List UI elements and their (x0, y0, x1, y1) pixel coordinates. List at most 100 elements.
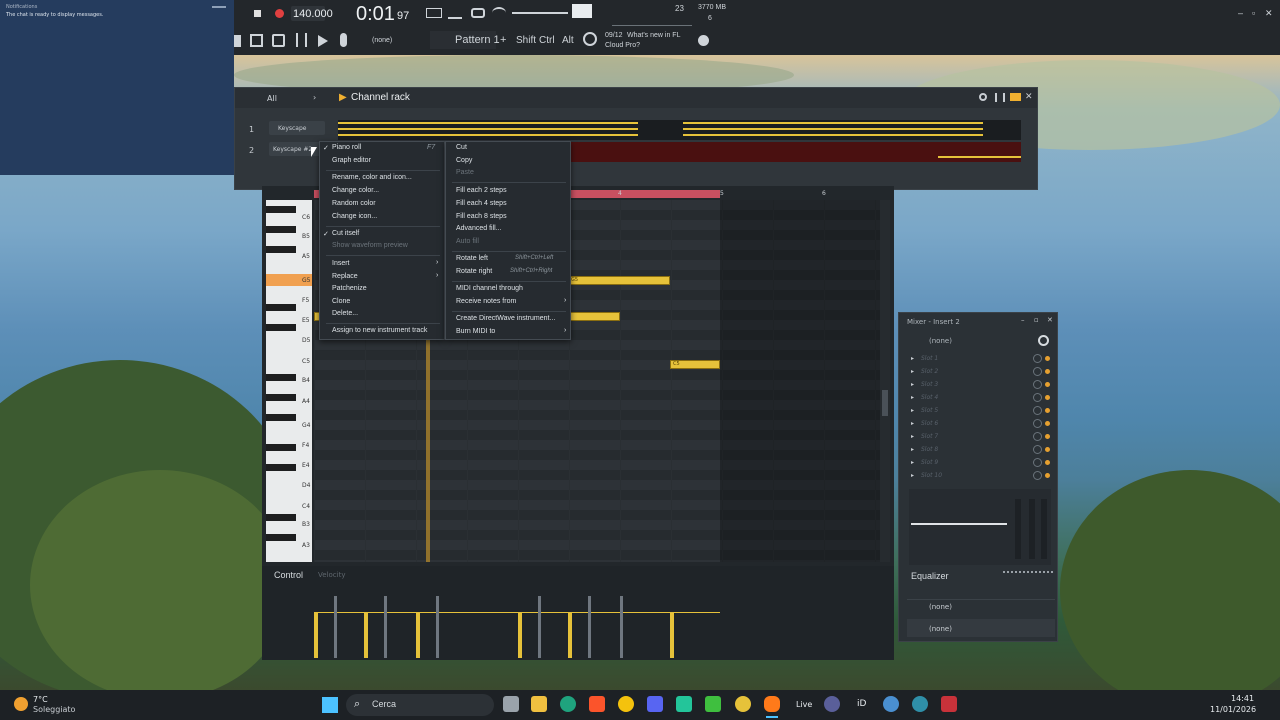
menu-item-advanced-fill[interactable]: Advanced fill... (446, 224, 570, 236)
menu-item-receive-notes[interactable]: Receive notes from › (446, 297, 570, 309)
filter-arrow-icon[interactable]: › (313, 93, 316, 102)
rack-tool-bars-icon[interactable] (995, 93, 1005, 102)
equalizer-knobs[interactable] (1003, 571, 1053, 593)
piano-roll-icon[interactable] (250, 34, 263, 47)
control-target-label[interactable]: Velocity (318, 571, 345, 579)
search-box[interactable] (346, 694, 494, 716)
menu-item-burn-midi[interactable]: Burn MIDI to › (446, 327, 570, 339)
control-label[interactable]: Control (274, 570, 303, 580)
news-title-line2[interactable]: Cloud Pro? (605, 42, 640, 49)
news-icon[interactable] (583, 32, 597, 46)
equalizer-label[interactable]: Equalizer (911, 571, 949, 581)
menu-item-replace[interactable]: Replace › (320, 272, 444, 284)
mixer-slot-7[interactable]: ▸ Slot 7 (911, 431, 1051, 443)
note-g5[interactable]: G5 (568, 276, 670, 285)
online-globe-icon[interactable] (698, 35, 709, 46)
maximize-icon[interactable]: ▫ (1252, 8, 1255, 18)
stop-button[interactable] (254, 10, 261, 17)
menu-item-cut[interactable]: Cut (446, 143, 570, 155)
microphone-icon[interactable] (340, 33, 347, 47)
loop-icon[interactable] (471, 8, 485, 18)
menu-item-fill-2[interactable]: Fill each 2 steps (446, 186, 570, 198)
menu-item-graph-editor[interactable]: Graph editor (320, 156, 444, 168)
fl-studio-icon[interactable] (764, 696, 780, 712)
brave-icon[interactable] (589, 696, 605, 712)
menu-item-clone[interactable]: Clone (320, 297, 444, 309)
ableton-live-icon[interactable]: Live (796, 700, 812, 709)
master-volume-slider[interactable] (512, 12, 568, 14)
app-id-icon[interactable]: iD (857, 699, 866, 709)
minimize-icon[interactable]: – (1238, 8, 1243, 18)
menu-item-patchenize[interactable]: Patchenize (320, 284, 444, 296)
snap-icon[interactable] (426, 8, 442, 18)
menu-item-rotate-right[interactable]: Rotate right Shift+Ctrl+Right (446, 267, 570, 279)
toolbar-none-label[interactable]: (none) (372, 37, 392, 44)
menu-item-piano-roll[interactable]: ✓ Piano roll F7 (320, 143, 444, 155)
clock-date[interactable]: 11/01/2026 (1210, 705, 1256, 714)
menu-item-fill-8[interactable]: Fill each 8 steps (446, 212, 570, 224)
menu-item-delete[interactable]: Delete... (320, 309, 444, 321)
channel-rack-icon[interactable] (272, 34, 285, 47)
channel-rack-close-icon[interactable]: ✕ (1025, 92, 1033, 102)
metronome-icon[interactable] (448, 7, 462, 19)
weather-icon[interactable] (14, 697, 28, 711)
mixer-input[interactable]: (none) (929, 337, 952, 345)
mixer-close-icon[interactable]: ✕ (1047, 316, 1053, 324)
weather-temperature[interactable]: 7°C (33, 695, 48, 704)
play-arrow-icon[interactable] (318, 35, 328, 47)
alt-button[interactable]: Alt (562, 35, 574, 46)
menu-item-random-color[interactable]: Random color (320, 199, 444, 211)
news-title-line1[interactable]: What's new in FL (627, 32, 680, 39)
menu-item-change-color[interactable]: Change color... (320, 186, 444, 198)
blend-icon[interactable] (492, 7, 506, 19)
close-icon[interactable]: ✕ (1265, 8, 1273, 19)
app-headset-icon[interactable] (912, 696, 928, 712)
mixer-slot-10[interactable]: ▸ Slot 10 (911, 470, 1051, 482)
file-explorer-icon[interactable] (531, 696, 547, 712)
menu-item-insert[interactable]: Insert › (320, 259, 444, 271)
mixer-minimize-icon[interactable]: – (1021, 316, 1025, 324)
velocity-lane[interactable] (314, 586, 720, 658)
mixer-icon[interactable] (296, 33, 307, 47)
rack-tool-grid-icon[interactable] (1010, 93, 1021, 101)
mixer-slot-2[interactable]: ▸ Slot 2 (911, 366, 1051, 378)
mixer-fader-area[interactable] (909, 489, 1051, 565)
mixer-clock-icon[interactable] (1038, 335, 1049, 346)
menu-item-rotate-left[interactable]: Rotate left Shift+Ctrl+Left (446, 254, 570, 266)
mixer-slot-8[interactable]: ▸ Slot 8 (911, 444, 1051, 456)
menu-item-change-icon[interactable]: Change icon... (320, 212, 444, 224)
mixer-maximize-icon[interactable]: ▫ (1034, 316, 1039, 324)
task-view-icon[interactable] (503, 696, 519, 712)
app-yellow-icon[interactable] (735, 696, 751, 712)
mixer-slot-3[interactable]: ▸ Slot 3 (911, 379, 1051, 391)
start-button-icon[interactable] (322, 697, 338, 713)
mixer-slot-4[interactable]: ▸ Slot 4 (911, 392, 1051, 404)
menu-item-assign-instrument-track[interactable]: Assign to new instrument track (320, 326, 444, 338)
mixer-slot-5[interactable]: ▸ Slot 5 (911, 405, 1051, 417)
mixer-slot-6[interactable]: ▸ Slot 6 (911, 418, 1051, 430)
menu-item-fill-4[interactable]: Fill each 4 steps (446, 199, 570, 211)
app-green-icon[interactable] (676, 696, 692, 712)
edge-icon[interactable] (560, 696, 576, 712)
add-pattern-icon[interactable]: + (500, 34, 506, 46)
channel-filter[interactable]: All (267, 94, 277, 103)
app-red-icon[interactable] (941, 696, 957, 712)
menu-item-create-directwave[interactable]: Create DirectWave instrument... (446, 314, 570, 326)
mixer-slot-9[interactable]: ▸ Slot 9 (911, 457, 1051, 469)
piano-roll-scrollbar[interactable] (880, 200, 890, 562)
app-person-icon[interactable] (883, 696, 899, 712)
shift-button[interactable]: Shift (516, 35, 536, 46)
clock-time[interactable]: 14:41 (1231, 694, 1254, 703)
menu-item-cut-itself[interactable]: ✓ Cut itself (320, 229, 444, 241)
app-circle-icon[interactable] (824, 696, 840, 712)
record-button[interactable] (275, 9, 284, 18)
rack-tool-undo-icon[interactable] (979, 93, 987, 101)
weather-description[interactable]: Soleggiato (33, 705, 75, 714)
ctrl-button[interactable]: Ctrl (539, 35, 555, 46)
menu-item-rename[interactable]: Rename, color and icon... (320, 173, 444, 185)
channel-1-preview[interactable] (338, 120, 1021, 140)
mixer-slot-1[interactable]: ▸ Slot 1 (911, 353, 1051, 365)
menu-item-midi-through[interactable]: MIDI channel through (446, 284, 570, 296)
chrome-icon[interactable] (618, 696, 634, 712)
playlist-icon[interactable] (233, 35, 241, 47)
